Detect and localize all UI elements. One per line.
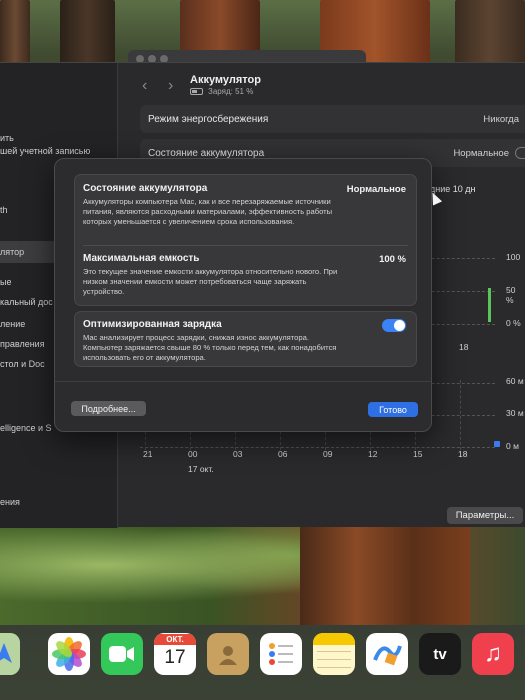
optimized-charging-toggle[interactable] [382,319,406,332]
options-button[interactable]: Параметры... [447,507,523,524]
energy-mode-label: Режим энергосбережения [148,114,269,125]
x-axis-tick: 03 [233,449,243,459]
sidebar-item[interactable]: ить [0,133,14,143]
sidebar-item[interactable]: elligence и S [0,423,52,433]
wallpaper-tree [455,0,525,70]
photos-icon[interactable] [48,633,90,675]
sidebar-item[interactable]: ление [0,319,25,329]
done-button[interactable]: Готово [368,402,418,417]
x-axis-tick: 18 [458,449,468,459]
facetime-icon[interactable] [101,633,143,675]
optimized-charging-title: Оптимизированная зарядка [83,319,222,330]
battery-state-value: Нормальное [453,148,509,159]
x-axis-tick: 18 [459,342,469,352]
x-axis-tick: 09 [323,449,333,459]
battery-icon [190,88,203,95]
y-axis-tick: 30 м [506,408,524,418]
maps-icon[interactable] [0,633,20,675]
y-axis-tick: 60 м [506,376,524,386]
battery-health-card: Состояние аккумулятора Нормальное Аккуму… [74,174,417,306]
battery-health-description: Аккумуляторы компьютера Mac, как и все п… [83,197,333,226]
max-capacity-value: 100 % [379,254,406,265]
wallpaper-tree [300,525,470,625]
sidebar-item[interactable]: правления [0,339,45,349]
music-icon[interactable]: ♫ [472,633,514,675]
learn-more-button[interactable]: Подробнее... [71,401,146,416]
optimized-charging-card: Оптимизированная зарядка Mac анализирует… [74,311,417,367]
sidebar-item[interactable]: кальный дос [0,297,53,307]
chart-gridline [460,380,461,450]
battery-health-title: Состояние аккумулятора [83,183,208,194]
chart-gridline [140,447,495,448]
y-axis-tick: 50 % [506,285,516,305]
sidebar-item[interactable]: шей учетной записью [0,146,90,156]
x-axis-tick: 21 [143,449,153,459]
screen-usage-bar [494,441,500,447]
notes-icon[interactable] [313,633,355,675]
energy-mode-value[interactable]: Никогда [483,114,519,125]
sidebar-item[interactable]: th [0,205,8,215]
calendar-icon[interactable]: ОКТ. 17 [154,633,196,675]
x-axis-tick: 06 [278,449,288,459]
y-axis-tick: 0 м [506,441,519,451]
info-button-icon[interactable] [515,147,525,159]
chart-date-label: 17 окт. [188,464,214,474]
back-arrow-icon[interactable]: ‹ [142,77,147,95]
tv-label: tv [433,645,447,663]
battery-health-sheet: Состояние аккумулятора Нормальное Аккуму… [54,158,432,432]
calendar-month: ОКТ. [154,634,196,645]
sidebar-item[interactable]: ения [0,497,20,507]
battery-level-bar [488,288,491,322]
calendar-day: 17 [164,647,186,668]
x-axis-tick: 12 [368,449,378,459]
max-capacity-description: Это текущее значение емкости аккумулятор… [83,267,338,296]
energy-mode-row[interactable]: Режим энергосбережения Никогда [140,105,525,133]
max-capacity-title: Максимальная емкость [83,253,200,264]
optimized-charging-description: Mac анализирует процесс зарядки, снижая … [83,333,337,362]
sidebar-item[interactable]: ые [0,277,11,287]
sheet-footer-divider [55,381,431,382]
page-title: Аккумулятор [190,74,261,86]
x-axis-tick: 00 [188,449,198,459]
reminders-icon[interactable] [260,633,302,675]
contacts-icon[interactable] [207,633,249,675]
freeform-icon[interactable] [366,633,408,675]
forward-arrow-icon[interactable]: › [168,77,173,95]
wallpaper-tree [0,0,30,70]
dock: ОКТ. 17 tv ♫ [0,625,525,700]
wallpaper-tree [60,0,115,70]
card-divider [83,245,408,246]
music-note-icon: ♫ [484,640,502,667]
battery-health-value: Нормальное [346,184,406,195]
y-axis-tick: 100 [506,252,521,262]
apple-tv-icon[interactable]: tv [419,633,461,675]
y-axis-tick: 0 % [506,318,521,328]
x-axis-tick: 15 [413,449,423,459]
charge-level-text: Заряд: 51 % [208,87,254,96]
sidebar-item-battery[interactable]: лятор [0,247,24,257]
sidebar-item[interactable]: стол и Doc [0,359,45,369]
